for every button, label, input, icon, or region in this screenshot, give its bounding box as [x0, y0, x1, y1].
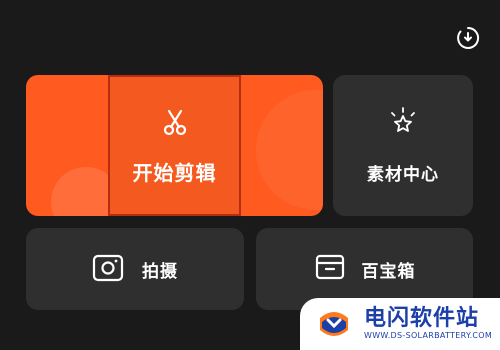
- star-sparkle-icon: [386, 106, 420, 144]
- start-edit-button[interactable]: 开始剪辑: [108, 75, 241, 216]
- site-watermark: 电闪软件站 WWW.DS-SOLARBATTERY.COM: [300, 298, 500, 350]
- box-icon: [314, 252, 346, 286]
- watermark-url: WWW.DS-SOLARBATTERY.COM: [364, 331, 493, 340]
- watermark-logo-icon: [314, 304, 354, 344]
- decor-circle: [256, 90, 323, 210]
- camera-label: 拍摄: [142, 261, 178, 282]
- scissors-icon: [159, 105, 191, 141]
- start-edit-card[interactable]: 开始剪辑: [26, 75, 323, 216]
- materials-center-label: 素材中心: [367, 165, 439, 185]
- download-circle-icon[interactable]: [454, 24, 482, 52]
- materials-center-card[interactable]: 素材中心: [333, 75, 473, 216]
- camera-icon: [92, 252, 124, 286]
- camera-card[interactable]: 拍摄: [26, 228, 244, 310]
- watermark-title: 电闪软件站: [364, 306, 480, 331]
- toolbox-label: 百宝箱: [361, 261, 416, 282]
- start-edit-label: 开始剪辑: [132, 161, 217, 185]
